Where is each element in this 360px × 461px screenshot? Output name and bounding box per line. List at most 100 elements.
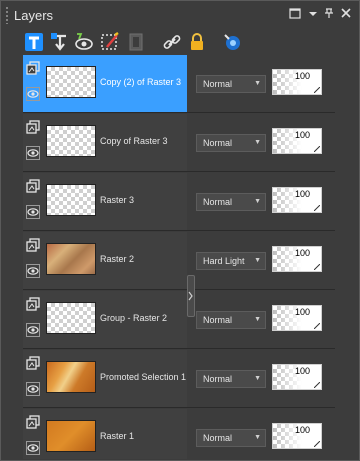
layer-row[interactable]: Copy of Raster 3 Normal ▼ 100 (23, 114, 335, 172)
opacity-slider[interactable]: 100 (272, 69, 322, 95)
eye-icon[interactable] (26, 441, 40, 455)
eye-icon[interactable] (26, 205, 40, 219)
pin-icon[interactable] (322, 7, 336, 21)
blend-mode-value: Hard Light (203, 256, 245, 266)
new-raster-layer-icon[interactable] (23, 31, 45, 53)
palette-menu-icon[interactable] (221, 31, 243, 53)
new-vector-layer-icon[interactable] (49, 31, 71, 53)
blend-mode-select[interactable]: Normal ▼ (196, 193, 266, 211)
blend-mode-value: Normal (203, 138, 233, 148)
slider-corner-icon (314, 87, 320, 93)
chevron-down-icon: ▼ (254, 139, 261, 146)
layer-type-icon[interactable] (26, 179, 40, 193)
layer-thumbnail (46, 420, 96, 452)
layer-name-cell[interactable]: Raster 1 (23, 409, 187, 459)
blend-mode-value: Normal (203, 315, 233, 325)
layer-name-cell[interactable]: Promoted Selection 1 (23, 350, 187, 408)
layer-type-icon[interactable] (26, 61, 40, 75)
opacity-value: 100 (295, 130, 311, 140)
opacity-slider[interactable]: 100 (272, 187, 322, 213)
blend-mode-select[interactable]: Normal ▼ (196, 75, 266, 93)
drag-grip[interactable] (5, 6, 9, 24)
opacity-value: 100 (295, 366, 311, 376)
layer-name-cell[interactable]: Group - Raster 2 (23, 291, 187, 349)
layer-type-icon[interactable] (26, 297, 40, 311)
slider-corner-icon (314, 264, 320, 270)
slider-corner-icon (314, 441, 320, 447)
chevron-down-icon: ▼ (254, 198, 261, 205)
opacity-slider[interactable]: 100 (272, 128, 322, 154)
opacity-slider[interactable]: 100 (272, 423, 322, 449)
layers-toolbar (1, 29, 359, 55)
lock-icon[interactable] (186, 31, 208, 53)
layer-controls: Normal ▼ 100 (187, 173, 335, 231)
layer-type-icon[interactable] (26, 238, 40, 252)
layer-type-icon[interactable] (26, 356, 40, 370)
menu-dropdown-icon[interactable] (306, 7, 320, 21)
opacity-slider[interactable]: 100 (272, 246, 322, 272)
layer-controls: Normal ▼ 100 (187, 291, 335, 349)
layer-thumbnail (46, 243, 96, 275)
chevron-down-icon: ▼ (254, 434, 261, 441)
close-icon[interactable] (339, 7, 353, 21)
blend-mode-value: Normal (203, 374, 233, 384)
opacity-value: 100 (295, 425, 311, 435)
blend-mode-select[interactable]: Hard Light ▼ (196, 252, 266, 270)
layer-row[interactable]: Raster 3 Normal ▼ 100 (23, 173, 335, 231)
layer-name: Group - Raster 2 (100, 313, 168, 323)
layer-row[interactable]: Copy (2) of Raster 3 Normal ▼ 100 (23, 55, 335, 113)
opacity-value: 100 (295, 248, 311, 258)
opacity-value: 100 (295, 189, 311, 199)
layer-row[interactable]: Raster 2 Hard Light ▼ 100 (23, 232, 335, 290)
layer-row[interactable]: Promoted Selection 1 Normal ▼ 100 (23, 350, 335, 408)
blend-mode-select[interactable]: Normal ▼ (196, 429, 266, 447)
eye-icon[interactable] (26, 146, 40, 160)
layer-name-cell[interactable]: Raster 2 (23, 232, 187, 290)
splitter-handle[interactable] (187, 275, 195, 317)
opacity-value: 100 (295, 71, 311, 81)
scrollbar[interactable] (337, 55, 358, 459)
visibility-toggle-icon[interactable] (73, 31, 95, 53)
blend-mode-select[interactable]: Normal ▼ (196, 311, 266, 329)
layer-controls: Normal ▼ 100 (187, 55, 335, 113)
layer-name: Raster 2 (100, 254, 135, 264)
layer-name: Copy (2) of Raster 3 (100, 77, 182, 87)
layer-row[interactable]: Group - Raster 2 Normal ▼ 100 (23, 291, 335, 349)
layers-list: Copy (2) of Raster 3 Normal ▼ 100 Copy o… (23, 55, 335, 459)
link-icon[interactable] (161, 31, 183, 53)
blend-mode-value: Normal (203, 433, 233, 443)
blend-mode-select[interactable]: Normal ▼ (196, 370, 266, 388)
layer-name: Raster 1 (100, 431, 135, 441)
title-bar[interactable]: Layers (1, 1, 359, 29)
layer-name-cell[interactable]: Copy (2) of Raster 3 (23, 55, 187, 113)
eye-icon[interactable] (26, 382, 40, 396)
layer-thumbnail (46, 361, 96, 393)
layer-type-icon[interactable] (26, 120, 40, 134)
panel-title: Layers (14, 8, 54, 23)
mask-icon[interactable] (125, 31, 147, 53)
edit-selection-icon[interactable] (99, 31, 121, 53)
chevron-down-icon: ▼ (254, 80, 261, 87)
layer-name-cell[interactable]: Copy of Raster 3 (23, 114, 187, 172)
layer-name-cell[interactable]: Raster 3 (23, 173, 187, 231)
layer-thumbnail (46, 125, 96, 157)
maximize-icon[interactable] (288, 7, 302, 21)
layer-thumbnail (46, 184, 96, 216)
layer-name: Copy of Raster 3 (100, 136, 168, 146)
opacity-slider[interactable]: 100 (272, 305, 322, 331)
opacity-slider[interactable]: 100 (272, 364, 322, 390)
layer-controls: Hard Light ▼ 100 (187, 232, 335, 290)
layer-controls: Normal ▼ 100 (187, 409, 335, 459)
slider-corner-icon (314, 146, 320, 152)
layer-row[interactable]: Raster 1 Normal ▼ 100 (23, 409, 335, 459)
eye-icon[interactable] (26, 264, 40, 278)
slider-corner-icon (314, 205, 320, 211)
eye-icon[interactable] (26, 323, 40, 337)
eye-icon[interactable] (26, 87, 40, 101)
layer-controls: Normal ▼ 100 (187, 350, 335, 408)
chevron-down-icon: ▼ (254, 316, 261, 323)
slider-corner-icon (314, 382, 320, 388)
layer-type-icon[interactable] (26, 415, 40, 429)
layer-thumbnail (46, 66, 96, 98)
blend-mode-select[interactable]: Normal ▼ (196, 134, 266, 152)
